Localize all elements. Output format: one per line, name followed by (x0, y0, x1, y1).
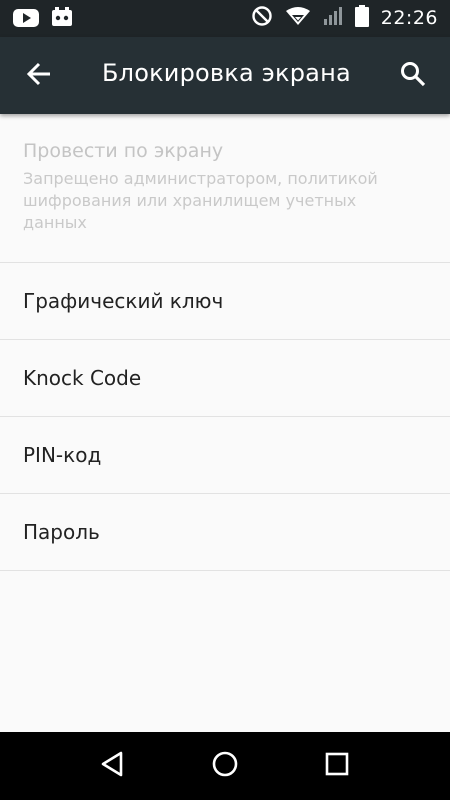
toolbar: Блокировка экрана (0, 37, 450, 114)
wifi-icon (285, 6, 311, 30)
do-not-disturb-icon (251, 5, 273, 31)
status-bar: 22:26 (0, 0, 450, 37)
option-pin[interactable]: PIN-код (0, 417, 450, 494)
page-title: Блокировка экрана (102, 59, 351, 87)
option-password-label: Пароль (23, 520, 100, 544)
option-password[interactable]: Пароль (0, 494, 450, 571)
back-triangle-icon (99, 750, 127, 782)
youtube-icon (12, 8, 40, 32)
navigation-bar (0, 732, 450, 800)
battery-icon (354, 5, 369, 31)
status-time: 22:26 (380, 7, 438, 29)
nav-back-button[interactable] (96, 749, 130, 783)
signal-icon (323, 6, 343, 30)
search-icon (400, 61, 426, 91)
option-swipe-disabled: Провести по экрану Запрещено администрат… (0, 114, 450, 263)
lock-options-list: Провести по экрану Запрещено администрат… (0, 114, 450, 571)
recents-square-icon (324, 751, 350, 781)
status-right: 22:26 (251, 5, 438, 31)
home-circle-icon (211, 750, 239, 782)
back-button[interactable] (22, 59, 56, 93)
notification-icon (50, 7, 74, 33)
option-swipe-title: Провести по экрану (23, 140, 224, 162)
back-arrow-icon (26, 62, 52, 90)
option-knock-code[interactable]: Knock Code (0, 340, 450, 417)
option-knock-code-label: Knock Code (23, 366, 142, 390)
screen: 22:26 Блокировка экрана Провести по экра… (0, 0, 450, 800)
nav-recents-button[interactable] (320, 749, 354, 783)
status-left (12, 7, 74, 33)
search-button[interactable] (396, 59, 430, 93)
option-swipe-subtitle: Запрещено администратором, политикой шиф… (23, 169, 378, 232)
option-pin-label: PIN-код (23, 443, 102, 467)
nav-home-button[interactable] (208, 749, 242, 783)
option-pattern-label: Графический ключ (23, 289, 224, 313)
option-pattern[interactable]: Графический ключ (0, 263, 450, 340)
